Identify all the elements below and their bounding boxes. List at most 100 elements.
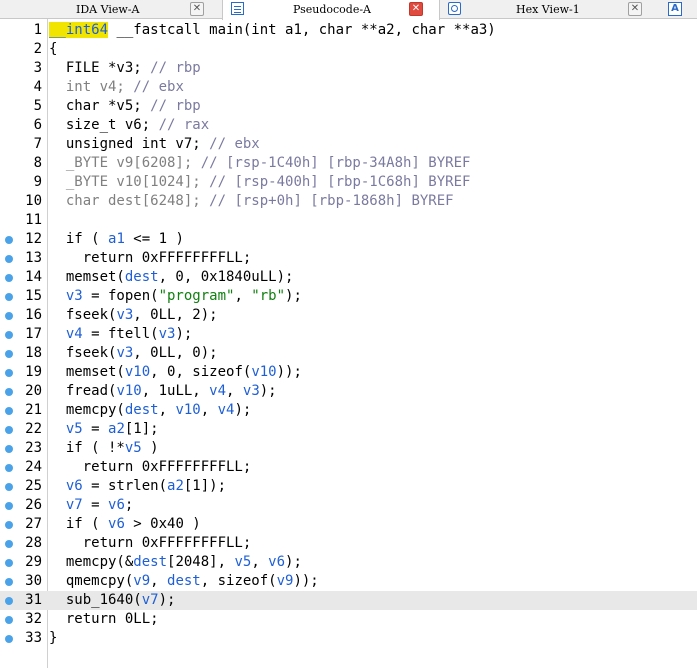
code-line[interactable]: 9 _BYTE v10[1024]; // [rsp-400h] [rbp-1C… [0, 173, 697, 192]
breakpoint-dot-icon[interactable] [5, 274, 13, 282]
code-text[interactable]: v3 = fopen("program", "rb"); [49, 287, 302, 306]
code-token: dest [133, 554, 168, 570]
code-text[interactable]: memset(v10, 0, sizeof(v10)); [49, 363, 302, 382]
code-line[interactable]: 28 return 0xFFFFFFFFLL; [0, 534, 697, 553]
code-line[interactable]: 4 int v4; // ebx [0, 78, 697, 97]
code-line[interactable]: 20 fread(v10, 1uLL, v4, v3); [0, 382, 697, 401]
code-text[interactable]: sub_1640(v7); [49, 591, 176, 610]
code-text[interactable]: _BYTE v10[1024]; // [rsp-400h] [rbp-1C68… [49, 173, 471, 192]
code-text[interactable]: size_t v6; // rax [49, 116, 209, 135]
code-line[interactable]: 3 FILE *v3; // rbp [0, 59, 697, 78]
code-line[interactable]: 24 return 0xFFFFFFFFLL; [0, 458, 697, 477]
code-line[interactable]: 1 __int64 __fastcall main(int a1, char **… [0, 21, 697, 40]
code-text[interactable]: char *v5; // rbp [49, 97, 201, 116]
breakpoint-dot-icon[interactable] [5, 502, 13, 510]
code-line[interactable]: 32 return 0LL; [0, 610, 697, 629]
breakpoint-dot-icon[interactable] [5, 464, 13, 472]
code-text[interactable]: return 0xFFFFFFFFLL; [49, 249, 252, 268]
code-text[interactable]: qmemcpy(v9, dest, sizeof(v9)); [49, 572, 319, 591]
breakpoint-dot-icon[interactable] [5, 426, 13, 434]
breakpoint-dot-icon[interactable] [5, 483, 13, 491]
code-line[interactable]: 23 if ( !*v5 ) [0, 439, 697, 458]
tab-pseudocode-a[interactable]: Pseudocode-A ✕ [222, 0, 440, 20]
code-text[interactable]: v6 = strlen(a2[1]); [49, 477, 226, 496]
tab-hex-view-1[interactable]: Hex View-1 ✕ [440, 0, 657, 19]
code-line[interactable]: 12 if ( a1 <= 1 ) [0, 230, 697, 249]
tab-ida-view-a[interactable]: IDA View-A ✕ [0, 0, 222, 19]
code-line[interactable]: 2{ [0, 40, 697, 59]
code-line[interactable]: 11 [0, 211, 697, 230]
code-line[interactable]: 5 char *v5; // rbp [0, 97, 697, 116]
code-line[interactable]: 25 v6 = strlen(a2[1]); [0, 477, 697, 496]
code-text[interactable]: return 0LL; [49, 610, 159, 629]
code-line[interactable]: 30 qmemcpy(v9, dest, sizeof(v9)); [0, 572, 697, 591]
code-text[interactable]: } [49, 629, 57, 648]
code-token: ; [124, 497, 134, 513]
breakpoint-dot-icon[interactable] [5, 312, 13, 320]
code-line[interactable]: 26 v7 = v6; [0, 496, 697, 515]
code-line[interactable]: 33} [0, 629, 697, 648]
code-text[interactable]: fseek(v3, 0LL, 0); [49, 344, 218, 363]
code-text[interactable]: fread(v10, 1uLL, v4, v3); [49, 382, 277, 401]
code-line[interactable]: 18 fseek(v3, 0LL, 0); [0, 344, 697, 363]
code-text[interactable]: memcpy(dest, v10, v4); [49, 401, 251, 420]
breakpoint-dot-icon[interactable] [5, 559, 13, 567]
code-text[interactable]: if ( a1 <= 1 ) [49, 230, 184, 249]
code-line[interactable]: 29 memcpy(&dest[2048], v5, v6); [0, 553, 697, 572]
code-text[interactable]: return 0xFFFFFFFFLL; [49, 534, 252, 553]
breakpoint-dot-icon[interactable] [5, 521, 13, 529]
code-text[interactable]: char dest[6248]; // [rsp+0h] [rbp-1868h]… [49, 192, 454, 211]
code-line[interactable]: 10 char dest[6248]; // [rsp+0h] [rbp-186… [0, 192, 697, 211]
code-line[interactable]: 14 memset(dest, 0, 0x1840uLL); [0, 268, 697, 287]
code-line[interactable]: 13 return 0xFFFFFFFFLL; [0, 249, 697, 268]
code-text[interactable]: _BYTE v9[6208]; // [rsp-1C40h] [rbp-34A8… [49, 154, 471, 173]
code-text[interactable]: { [49, 40, 57, 59]
breakpoint-dot-icon[interactable] [5, 236, 13, 244]
code-text[interactable]: if ( v6 > 0x40 ) [49, 515, 201, 534]
code-text[interactable]: unsigned int v7; // ebx [49, 135, 260, 154]
code-line[interactable]: 16 fseek(v3, 0LL, 2); [0, 306, 697, 325]
pseudocode-view[interactable]: 1 __int64 __fastcall main(int a1, char **… [0, 19, 697, 668]
breakpoint-dot-icon[interactable] [5, 407, 13, 415]
code-text[interactable]: FILE *v3; // rbp [49, 59, 201, 78]
breakpoint-dot-icon[interactable] [5, 635, 13, 643]
code-text[interactable]: int v4; // ebx [49, 78, 184, 97]
close-icon[interactable]: ✕ [409, 2, 423, 16]
breakpoint-dot-icon[interactable] [5, 293, 13, 301]
breakpoint-dot-icon[interactable] [5, 597, 13, 605]
breakpoint-dot-icon[interactable] [5, 331, 13, 339]
breakpoint-dot-icon[interactable] [5, 578, 13, 586]
code-line[interactable]: 19 memset(v10, 0, sizeof(v10)); [0, 363, 697, 382]
code-line[interactable]: 15 v3 = fopen("program", "rb"); [0, 287, 697, 306]
breakpoint-dot-icon[interactable] [5, 255, 13, 263]
code-text[interactable]: __int64 __fastcall main(int a1, char **a… [49, 21, 496, 40]
code-line[interactable]: 17 v4 = ftell(v3); [0, 325, 697, 344]
code-text[interactable]: fseek(v3, 0LL, 2); [49, 306, 218, 325]
code-text[interactable]: v5 = a2[1]; [49, 420, 159, 439]
close-icon[interactable]: ✕ [628, 2, 642, 16]
code-line[interactable]: 8 _BYTE v9[6208]; // [rsp-1C40h] [rbp-34… [0, 154, 697, 173]
breakpoint-dot-icon[interactable] [5, 369, 13, 377]
breakpoint-dot-icon[interactable] [5, 540, 13, 548]
code-text[interactable]: v4 = ftell(v3); [49, 325, 192, 344]
code-line[interactable]: 6 size_t v6; // rax [0, 116, 697, 135]
breakpoint-dot-icon[interactable] [5, 616, 13, 624]
code-line[interactable]: 21 memcpy(dest, v10, v4); [0, 401, 697, 420]
breakpoint-dot-icon[interactable] [5, 350, 13, 358]
close-icon[interactable]: ✕ [190, 2, 204, 16]
code-line[interactable]: 31 sub_1640(v7); [0, 591, 697, 610]
code-text[interactable]: memcpy(&dest[2048], v5, v6); [49, 553, 302, 572]
code-line[interactable]: 22 v5 = a2[1]; [0, 420, 697, 439]
code-text[interactable]: memset(dest, 0, 0x1840uLL); [49, 268, 294, 287]
code-text[interactable]: v7 = v6; [49, 496, 133, 515]
breakpoint-dot-icon[interactable] [5, 445, 13, 453]
code-line[interactable]: 27 if ( v6 > 0x40 ) [0, 515, 697, 534]
code-text[interactable]: return 0xFFFFFFFFLL; [49, 458, 252, 477]
code-token: <= 1 ) [124, 231, 184, 247]
code-line[interactable]: 7 unsigned int v7; // ebx [0, 135, 697, 154]
code-token: if ( [49, 231, 109, 247]
tab-structures[interactable]: A [662, 0, 697, 19]
code-text[interactable]: if ( !*v5 ) [49, 439, 159, 458]
breakpoint-dot-icon[interactable] [5, 388, 13, 396]
code-token: ); [285, 554, 302, 570]
